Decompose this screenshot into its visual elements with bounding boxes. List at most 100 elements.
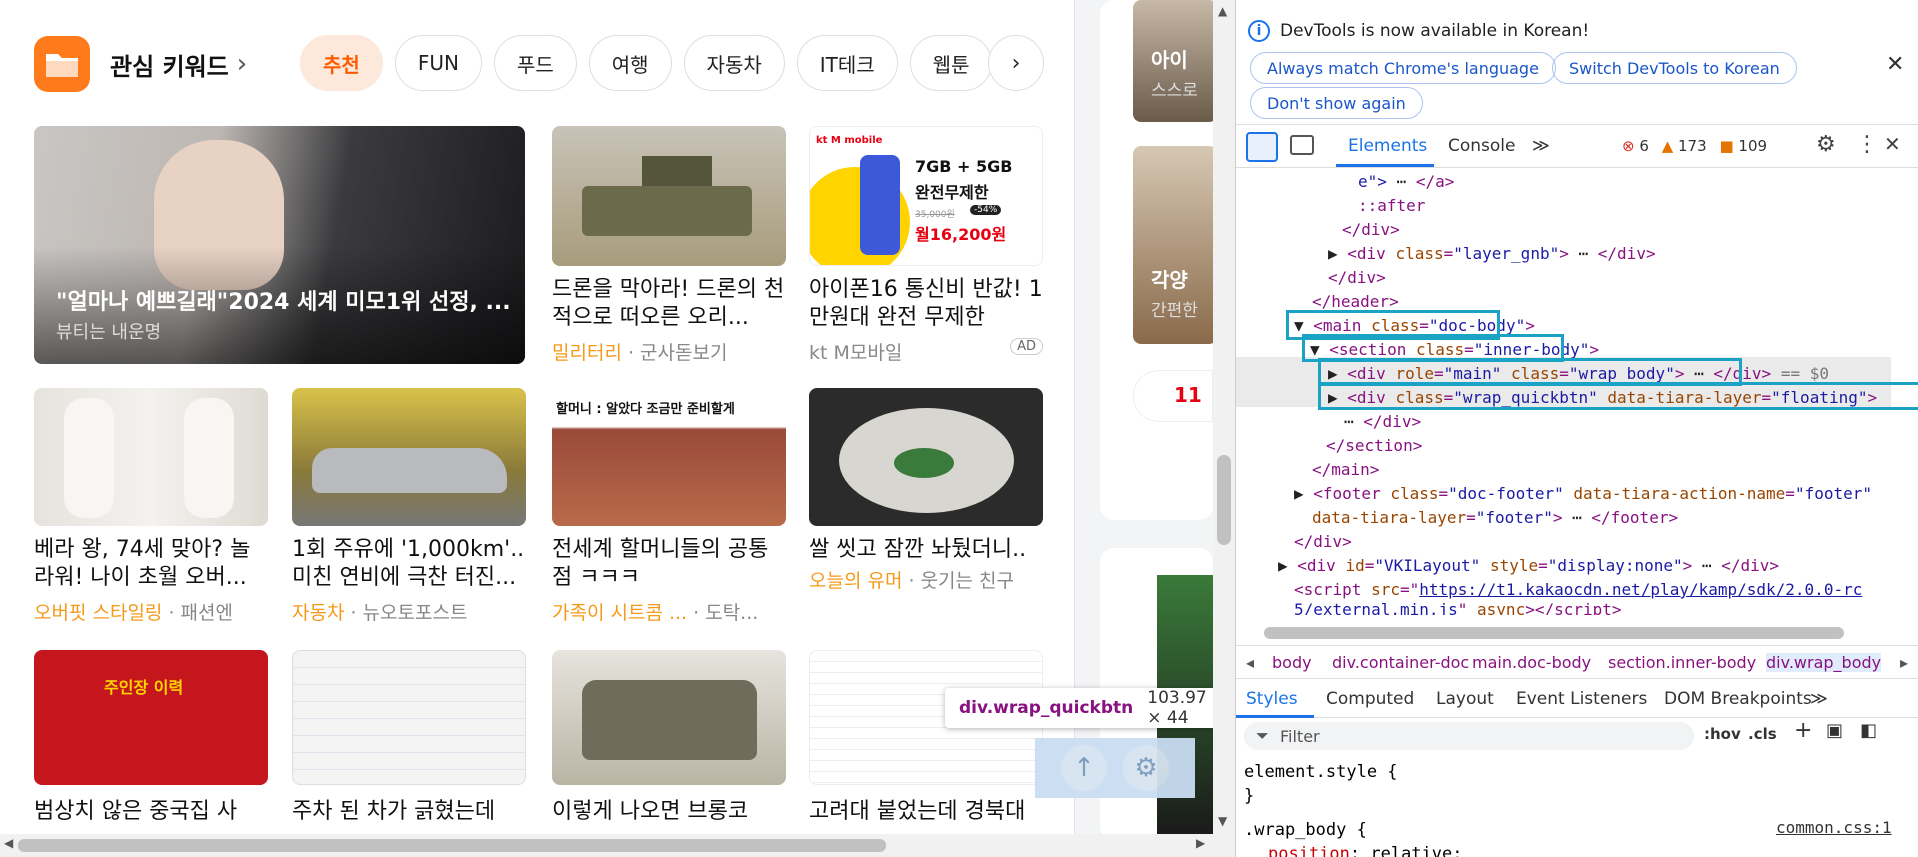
content-area: 관심 키워드 › 추천 FUN 푸드 여행 자동차 IT테크 웹툰 › "얼마나… [0,0,1075,840]
crumb-wrap-body[interactable]: div.wrap_body [1766,653,1882,672]
chip-it[interactable]: IT테크 [796,35,898,91]
arrow-up-icon: ↑ [1073,753,1095,783]
vertical-scrollbar[interactable]: ▲ ▼ [1213,0,1235,857]
dom-line[interactable]: e"> ⋯ </a> [1358,170,1454,194]
element-style-open: element.style { [1244,762,1398,782]
style-source-link[interactable]: common.css:1 [1776,818,1892,837]
chip-fun[interactable]: FUN [394,35,482,91]
chip-recommend[interactable]: 추천 [300,35,383,91]
info-icon: i [1248,20,1270,42]
gear-icon[interactable]: ⚙ [1816,132,1836,157]
switch-korean-button[interactable]: Switch DevTools to Korean [1552,52,1797,84]
hov-button[interactable]: :hov [1704,725,1741,743]
dom-line[interactable]: </section> [1326,434,1422,458]
card-meta: 오늘의 유머 · 웃기는 친구 [809,570,1015,592]
add-rule-icon[interactable]: + [1794,718,1812,743]
issue-icon: ■ [1719,137,1734,155]
chevron-right-icon: › [236,49,248,79]
chip-food[interactable]: 푸드 [493,35,577,91]
side-card[interactable]: 아이 스스로 [1133,0,1213,122]
dom-line[interactable]: ::after [1358,194,1425,218]
card-meta: 가족이 시트콤 ... · 도탁... [552,602,759,624]
dom-line[interactable]: </main> [1312,458,1379,482]
styles-filter-input[interactable]: ⏷ Filter [1244,722,1694,750]
scroll-left-icon[interactable]: ◀ [4,836,13,850]
crumb-main[interactable]: main.doc-body [1472,653,1591,672]
chip-car[interactable]: 자동차 [683,35,785,91]
tab-event-listeners[interactable]: Event Listeners [1516,689,1647,709]
dom-line[interactable]: </div> [1294,530,1352,554]
match-language-button[interactable]: Always match Chrome's language [1250,52,1556,84]
news-card[interactable]: 주인장 이력 범상치 않은 중국집 사 [34,650,268,840]
device-toolbar-icon[interactable] [1290,135,1314,155]
scroll-up-icon[interactable]: ▲ [1218,4,1227,18]
crumb-right-icon[interactable]: ▸ [1900,653,1908,672]
dont-show-button[interactable]: Don't show again [1250,87,1423,119]
dom-line[interactable]: </div> [1342,218,1400,242]
hero-title: "얼마나 예쁘길래"2024 세계 미모1위 선정, ... [56,290,511,315]
crumb-container-doc[interactable]: div.container-doc [1332,653,1469,672]
close-devtools-icon[interactable]: ✕ [1884,132,1901,156]
tab-layout[interactable]: Layout [1436,689,1494,709]
tab-styles[interactable]: Styles [1246,689,1298,709]
card-title: 아이폰16 통신비 반값! 1만원대 완전 무제한 [809,277,1043,330]
news-card[interactable]: 쌀 씻고 잠깐 놔뒀더니.. 오늘의 유머 · 웃기는 친구 [809,388,1043,628]
scroll-top-button[interactable]: ↑ [1061,745,1107,791]
ad-badge-label: AD [1010,338,1043,355]
tab-elements[interactable]: Elements [1348,136,1427,156]
chip-webtoon[interactable]: 웹툰 [909,35,993,91]
news-card[interactable]: 주차 된 차가 긁혔는데 [292,650,526,840]
scrollbar-thumb[interactable] [18,839,886,852]
horizontal-scrollbar[interactable]: ◀ ▶ [0,834,1213,857]
news-card[interactable]: 1회 주유에 '1,000km'.. 미친 연비에 극찬 터진... 자동차 ·… [292,388,526,628]
ad-image: kt M mobile 7GB + 5GB 완전무제한 35,000원 -54%… [809,126,1043,266]
crumb-section[interactable]: section.inner-body [1608,653,1756,672]
dom-line-footer[interactable]: ▶ <footer class="doc-footer" data-tiara-… [1294,482,1872,506]
ad-card[interactable]: kt M mobile 7GB + 5GB 완전무제한 35,000원 -54%… [809,126,1043,366]
tab-console[interactable]: Console [1448,136,1516,156]
dom-horizontal-scroll-thumb[interactable] [1264,627,1844,639]
inspect-element-icon[interactable] [1246,132,1278,162]
language-notice: i DevTools is now available in Korean! A… [1236,0,1918,125]
browser-page: 관심 키워드 › 추천 FUN 푸드 여행 자동차 IT테크 웹툰 › "얼마나… [0,0,1213,840]
card-category: 오늘의 유머 [809,570,903,592]
close-icon[interactable]: ✕ [1886,52,1904,77]
eleven-street-logo[interactable]: 11 [1133,370,1213,422]
news-card[interactable]: 고려대 붙었는데 경북대 [809,650,1043,840]
hero-card[interactable]: "얼마나 예쁘길래"2024 세계 미모1위 선정, ... 뷰티는 내운명 [34,126,525,364]
scroll-right-icon[interactable]: ▶ [1196,836,1205,850]
side-card[interactable]: 각양 간편한 [1133,146,1213,344]
tab-computed[interactable]: Computed [1326,689,1414,709]
news-card[interactable]: 이렇게 나오면 브롱코 [552,650,786,840]
scroll-down-icon[interactable]: ▼ [1218,814,1227,828]
card-image [292,650,526,785]
crumb-left-icon[interactable]: ◂ [1246,653,1254,672]
tooltip-size: 103.97 × 44 [1147,688,1207,728]
dom-line[interactable]: ⋯ </div> [1344,410,1421,434]
dom-line[interactable]: data-tiara-layer="footer"> ⋯ </footer> [1312,506,1678,530]
sidebar-toggle-icon[interactable]: ◧ [1860,720,1877,741]
keyword-header[interactable]: 관심 키워드 › [34,34,247,94]
dom-line-vki[interactable]: ▶ <div id="VKILayout" style="display:non… [1278,554,1779,578]
scrollbar-thumb[interactable] [1217,455,1231,545]
news-card[interactable]: 할머니 : 알았다 조금만 준비할게 전세계 할머니들의 공통점 ㅋㅋㅋ 가족이… [552,388,786,628]
thumb-caption: 할머니 : 알았다 조금만 준비할게 [556,402,735,417]
card-image [809,388,1043,526]
more-tabs-button[interactable]: ≫ [1532,136,1550,156]
issue-counters[interactable]: ⊗ 6 ▲ 173 ■ 109 [1622,137,1767,155]
style-property[interactable]: position: relative; [1244,842,1463,857]
more-style-tabs[interactable]: ≫ [1810,689,1828,709]
news-card[interactable]: 드론을 막아라! 드론의 천적으로 떠오른 오리... 밀리터리 · 군사돋보기 [552,126,786,366]
kebab-menu-icon[interactable]: ⋮ [1856,132,1878,157]
paint-icon[interactable]: ▣ [1826,720,1843,741]
crumb-body[interactable]: body [1272,653,1312,672]
settings-button[interactable]: ⚙ [1123,745,1169,791]
dom-line[interactable]: </div> [1328,266,1386,290]
chip-travel[interactable]: 여행 [588,35,672,91]
news-card[interactable]: 베라 왕, 74세 맞아? 놀라워! 나이 초월 오버... 오버핏 스타일링 … [34,388,268,628]
chips-next-button[interactable]: › [988,35,1044,91]
cls-button[interactable]: .cls [1748,725,1777,743]
dom-line[interactable]: 5/external.min.js" async></script> [1294,598,1622,615]
dom-line[interactable]: ▶ <div class="layer_gnb"> ⋯ </div> [1328,242,1656,266]
tab-dom-breakpoints[interactable]: DOM Breakpoints [1664,689,1812,709]
